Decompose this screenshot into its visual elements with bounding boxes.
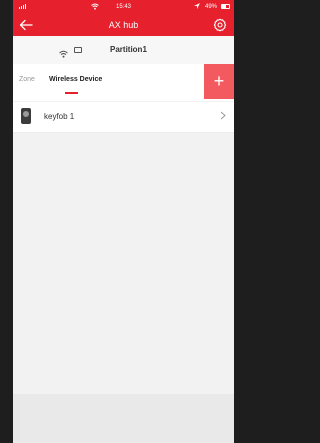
bottom-bar xyxy=(13,394,234,443)
gear-icon[interactable] xyxy=(213,18,227,32)
tab-zone[interactable]: Zone xyxy=(19,76,35,83)
app-screen: 15:43 49% AX hub Partition1 Zone Wireles… xyxy=(13,0,234,443)
battery-percent: 49% xyxy=(204,4,217,10)
list-item[interactable]: keyfob 1 xyxy=(13,102,234,133)
wifi-icon xyxy=(59,45,68,63)
tab-wireless-device[interactable]: Wireless Device xyxy=(49,76,102,83)
page-title: AX hub xyxy=(108,20,139,30)
power-icon xyxy=(74,47,82,53)
device-name: keyfob 1 xyxy=(44,112,75,121)
status-time: 15:43 xyxy=(115,4,131,10)
location-icon xyxy=(194,3,200,12)
status-bar: 15:43 49% xyxy=(13,0,234,14)
active-tab-indicator xyxy=(65,92,78,94)
tab-bar: Zone Wireless Device + xyxy=(13,64,234,101)
keyfob-icon xyxy=(21,108,31,124)
add-device-button[interactable]: + xyxy=(204,64,234,99)
partition-name: Partition1 xyxy=(110,45,147,54)
device-list: keyfob 1 xyxy=(13,102,234,133)
chevron-right-icon xyxy=(220,111,226,122)
nav-bar: AX hub xyxy=(13,14,234,36)
battery-icon xyxy=(221,4,230,9)
partition-header: Partition1 xyxy=(13,36,234,65)
